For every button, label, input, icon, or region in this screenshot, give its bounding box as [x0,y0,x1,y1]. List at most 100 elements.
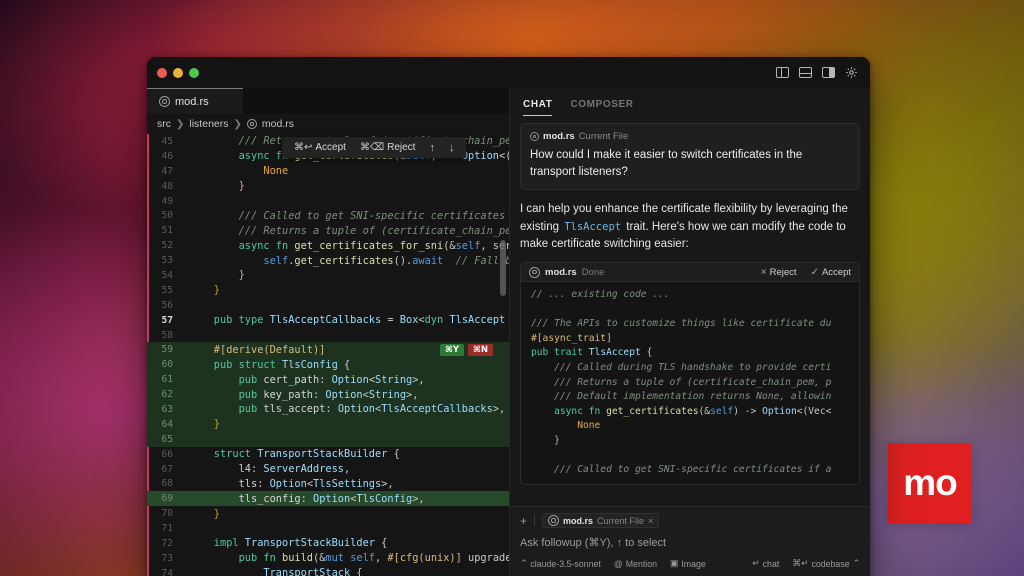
line-content: pub type TlsAcceptCallbacks = Box<dyn Tl… [181,314,509,326]
composer-input[interactable]: Ask followup (⌘Y), ↑ to select [520,534,860,558]
codebase-kbd-icon: ⌘↵ [792,558,808,569]
send-chat-button[interactable]: ↵ chat [752,558,779,569]
inline-reject-button[interactable]: ⌘⌫ Reject [360,142,416,153]
line-number: 54 [147,270,181,281]
mention-button[interactable]: @ Mention [614,559,657,569]
code-line: 74 TransportStack { [147,566,509,576]
rust-file-icon-chat [530,132,539,141]
code-line: 57 pub type TlsAcceptCallbacks = Box<dyn… [147,313,509,328]
line-number: 53 [147,255,181,266]
code-block-line: /// The APIs to customize things like ce… [521,317,859,332]
code-block-status: Done [582,267,605,278]
editor-tabstrip: mod.rs [147,88,509,114]
model-caret-icon: ⌃ [520,558,527,569]
code-line: 67 l4: ServerAddress, [147,462,509,477]
code-block-header: mod.rs Done × Reject ✓ Accept [521,263,859,282]
line-number: 61 [147,374,181,385]
line-number: 67 [147,464,181,475]
code-block-body: // ... existing code ... /// The APIs to… [521,282,859,484]
user-message-text: How could I make it easier to switch cer… [530,147,850,180]
maximize-window-button[interactable] [189,68,199,78]
code-line: 66 struct TransportStackBuilder { [147,447,509,462]
inline-reject-kbd: ⌘⌫ [360,142,384,153]
code-block-line: /// Called during TLS handshake to provi… [521,361,859,376]
send-codebase-button[interactable]: ⌘↵ codebase ⌃ [792,558,860,569]
composer-file-remove-icon[interactable]: × [648,516,653,526]
code-line: 48 } [147,179,509,194]
line-content: impl TransportStackBuilder { [181,537,509,549]
toggle-bottom-panel-icon[interactable] [799,67,812,78]
composer-context-row: + mod.rs Current File × [520,513,860,528]
code-line: 52 async fn get_certificates_for_sni(&se… [147,238,509,253]
toggle-right-panel-icon[interactable] [822,67,835,78]
composer-file-chip[interactable]: mod.rs Current File × [542,513,659,528]
close-window-button[interactable] [157,68,167,78]
diff-reject-badge[interactable]: ⌘N [468,344,493,356]
code-block-accept-button[interactable]: ✓ Accept [811,267,851,278]
code-line: 58 [147,328,509,343]
code-line: 65 [147,432,509,447]
code-block-line: #[async_trait] [521,332,859,347]
image-label: Image [681,559,705,569]
line-number: 48 [147,181,181,192]
editor-pane: mod.rs src ❯ listeners ❯ mod.rs 45 /// R… [147,88,509,576]
next-change-icon[interactable]: ↓ [449,142,455,154]
chat-pane: CHAT COMPOSER mod.rs Current File How co… [509,88,870,576]
toggle-left-panel-icon[interactable] [776,67,789,78]
breadcrumb-file[interactable]: mod.rs [262,118,294,130]
code-block-line: async fn get_certificates(&self) -> Opti… [521,405,859,420]
rust-file-icon-composer [548,515,559,526]
diff-accept-badge[interactable]: ⌘Y [440,344,464,356]
code-line: 63 pub tls_accept: Option<TlsAcceptCallb… [147,402,509,417]
line-number: 66 [147,449,181,460]
model-selector[interactable]: ⌃ claude-3.5-sonnet [520,558,601,569]
code-block-line: None [521,419,859,434]
minimize-window-button[interactable] [173,68,183,78]
gear-icon[interactable] [845,66,858,79]
line-number: 62 [147,389,181,400]
inline-reject-label: Reject [387,142,415,153]
titlebar-actions [776,66,860,79]
breadcrumb-listeners[interactable]: listeners [189,118,228,130]
code-line: 73 pub fn build(&mut self, #[cfg(unix)] … [147,551,509,566]
user-message-context-chip[interactable]: mod.rs Current File [530,131,850,142]
code-line: 60 pub struct TlsConfig { [147,357,509,372]
breadcrumb-src[interactable]: src [157,118,171,130]
mention-at-icon: @ [614,559,623,569]
assistant-code-block: mod.rs Done × Reject ✓ Accept [520,262,860,485]
add-context-button[interactable]: + [520,515,527,527]
rust-file-icon-codeblock [529,267,540,278]
line-number: 49 [147,196,181,207]
editor-tab-modrs[interactable]: mod.rs [147,88,243,114]
image-button[interactable]: ▣ Image [670,558,706,569]
context-file-name: mod.rs [543,131,575,142]
code-line: 54 } [147,268,509,283]
composer-file-name: mod.rs [563,516,593,526]
inline-accept-button[interactable]: ⌘↩ Accept [294,142,346,153]
line-number: 69 [147,493,181,504]
assistant-message: I can help you enhance the certificate f… [520,201,860,253]
code-line: 64 } [147,417,509,432]
tab-chat[interactable]: CHAT [523,99,552,116]
mo-logo-text: mo [903,464,957,501]
prev-change-icon[interactable]: ↑ [429,142,435,154]
editor-scrollbar[interactable] [500,240,506,296]
line-content: } [181,269,509,281]
inline-diff-toolbar: ⌘↩ Accept ⌘⌫ Reject ↑ ↓ [282,137,466,158]
line-content: l4: ServerAddress, [181,463,509,475]
line-content: async fn get_certificates_for_sni(&self,… [181,240,509,252]
code-block-reject-button[interactable]: × Reject [761,267,797,278]
tab-composer[interactable]: COMPOSER [570,99,633,116]
chat-composer: + mod.rs Current File × Ask followup (⌘Y… [510,506,870,576]
user-message: mod.rs Current File How could I make it … [520,123,860,190]
window-titlebar [147,57,870,88]
line-number: 68 [147,478,181,489]
chat-enter-icon: ↵ [752,558,759,569]
line-number: 50 [147,210,181,221]
line-content: TransportStack { [181,567,509,576]
composer-footer: ⌃ claude-3.5-sonnet @ Mention ▣ Image ↵ [520,558,860,569]
code-editor[interactable]: 45 /// Returns a tuple of (certificate_c… [147,134,509,576]
line-number: 45 [147,136,181,147]
composer-divider [534,515,535,526]
chat-message-list[interactable]: mod.rs Current File How could I make it … [510,116,870,506]
